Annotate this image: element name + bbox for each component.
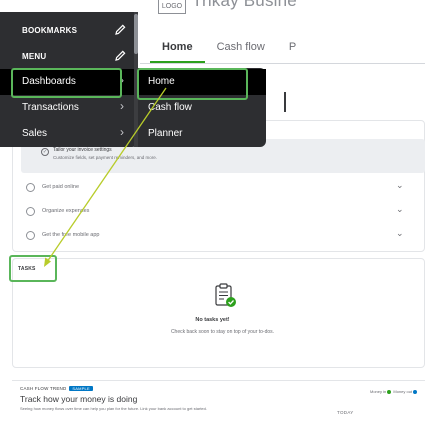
dashboard-tabs: Home Cash flow P bbox=[150, 38, 308, 64]
bookmarks-label: BOOKMARKS bbox=[22, 26, 78, 35]
nav-item-label: Sales bbox=[22, 128, 48, 139]
company-logo[interactable]: LOGO bbox=[158, 0, 186, 14]
setup-item-title: Tailor your invoice settings bbox=[53, 147, 112, 153]
navigation-menu: › BOOKMARKS MENU Dashboards › Transactio… bbox=[0, 12, 138, 147]
nav-item-transactions[interactable]: Transactions › bbox=[0, 95, 138, 121]
clipboard-check-icon bbox=[215, 283, 236, 307]
setup-row-mobile-app[interactable]: Get the free mobile app ⌄ bbox=[14, 228, 414, 247]
legend-money-out: Money out bbox=[393, 389, 413, 394]
setup-row-label: Get paid online bbox=[42, 184, 79, 190]
no-tasks-title: No tasks yet! bbox=[195, 317, 230, 323]
submenu-item-cash-flow[interactable]: Cash flow bbox=[138, 95, 266, 121]
chevron-right-icon: › bbox=[120, 125, 124, 139]
dashboards-submenu: Home Cash flow Planner bbox=[138, 68, 266, 147]
circle-icon bbox=[26, 183, 35, 192]
bookmarks-header[interactable]: › BOOKMARKS bbox=[0, 19, 138, 43]
nav-item-sales[interactable]: Sales › bbox=[0, 121, 138, 147]
no-tasks-description: Check back soon to stay on top of your t… bbox=[170, 329, 275, 335]
menu-header[interactable]: MENU bbox=[0, 45, 138, 69]
tab-home[interactable]: Home bbox=[150, 38, 205, 64]
chevron-down-icon[interactable]: ⌄ bbox=[396, 228, 404, 239]
tab-divider bbox=[140, 63, 425, 64]
chevron-down-icon[interactable]: ⌄ bbox=[396, 204, 404, 215]
setup-item-description: Customize fields, set payment reminders,… bbox=[53, 155, 158, 160]
submenu-item-home[interactable]: Home bbox=[138, 69, 266, 95]
chevron-down-icon[interactable]: ⌄ bbox=[396, 180, 404, 191]
money-out-dot-icon bbox=[413, 389, 418, 394]
submenu-item-planner[interactable]: Planner bbox=[138, 121, 266, 147]
cash-flow-heading-text: CASH FLOW TREND bbox=[20, 386, 67, 391]
chevron-right-icon: › bbox=[120, 73, 124, 87]
cash-flow-heading: CASH FLOW TREND SAMPLE bbox=[20, 386, 93, 392]
company-name: Trikay Busine bbox=[192, 0, 297, 10]
circle-icon bbox=[26, 207, 35, 216]
setup-row-label: Organize expenses bbox=[42, 208, 90, 214]
setup-row-label: Get the free mobile app bbox=[42, 232, 100, 238]
circle-icon bbox=[26, 231, 35, 240]
tasks-heading: TASKS bbox=[18, 266, 36, 272]
menu-scrollbar-thumb[interactable] bbox=[134, 14, 138, 54]
nav-item-dashboards[interactable]: Dashboards › bbox=[0, 69, 138, 95]
today-label: TODAY bbox=[337, 410, 354, 415]
setup-row-get-paid[interactable]: Get paid online ⌄ bbox=[14, 180, 414, 199]
text-cursor bbox=[284, 92, 286, 112]
legend-money-in: Money in bbox=[370, 389, 387, 394]
nav-item-label: Dashboards bbox=[22, 76, 76, 87]
sample-badge: SAMPLE bbox=[69, 386, 93, 392]
cash-flow-legend: Money in Money out bbox=[370, 389, 418, 394]
tasks-card bbox=[12, 258, 425, 368]
submenu-item-label: Cash flow bbox=[148, 102, 192, 113]
chevron-right-icon: › bbox=[120, 99, 124, 113]
menu-label: MENU bbox=[22, 52, 47, 61]
submenu-item-label: Home bbox=[148, 76, 175, 87]
money-in-dot-icon bbox=[387, 389, 392, 394]
edit-pencil-icon[interactable] bbox=[113, 49, 127, 63]
setup-row-organize-expenses[interactable]: Organize expenses ⌄ bbox=[14, 204, 414, 223]
cash-flow-title: Track how your money is doing bbox=[20, 394, 138, 404]
tab-planner[interactable]: P bbox=[277, 38, 308, 64]
nav-item-label: Transactions bbox=[22, 102, 79, 113]
cash-flow-description: Seeing how money flows over time can hel… bbox=[20, 406, 207, 411]
tab-cash-flow[interactable]: Cash flow bbox=[205, 38, 277, 64]
check-icon: ✓ bbox=[41, 148, 49, 156]
edit-pencil-icon[interactable] bbox=[113, 23, 127, 37]
submenu-item-label: Planner bbox=[148, 128, 183, 139]
